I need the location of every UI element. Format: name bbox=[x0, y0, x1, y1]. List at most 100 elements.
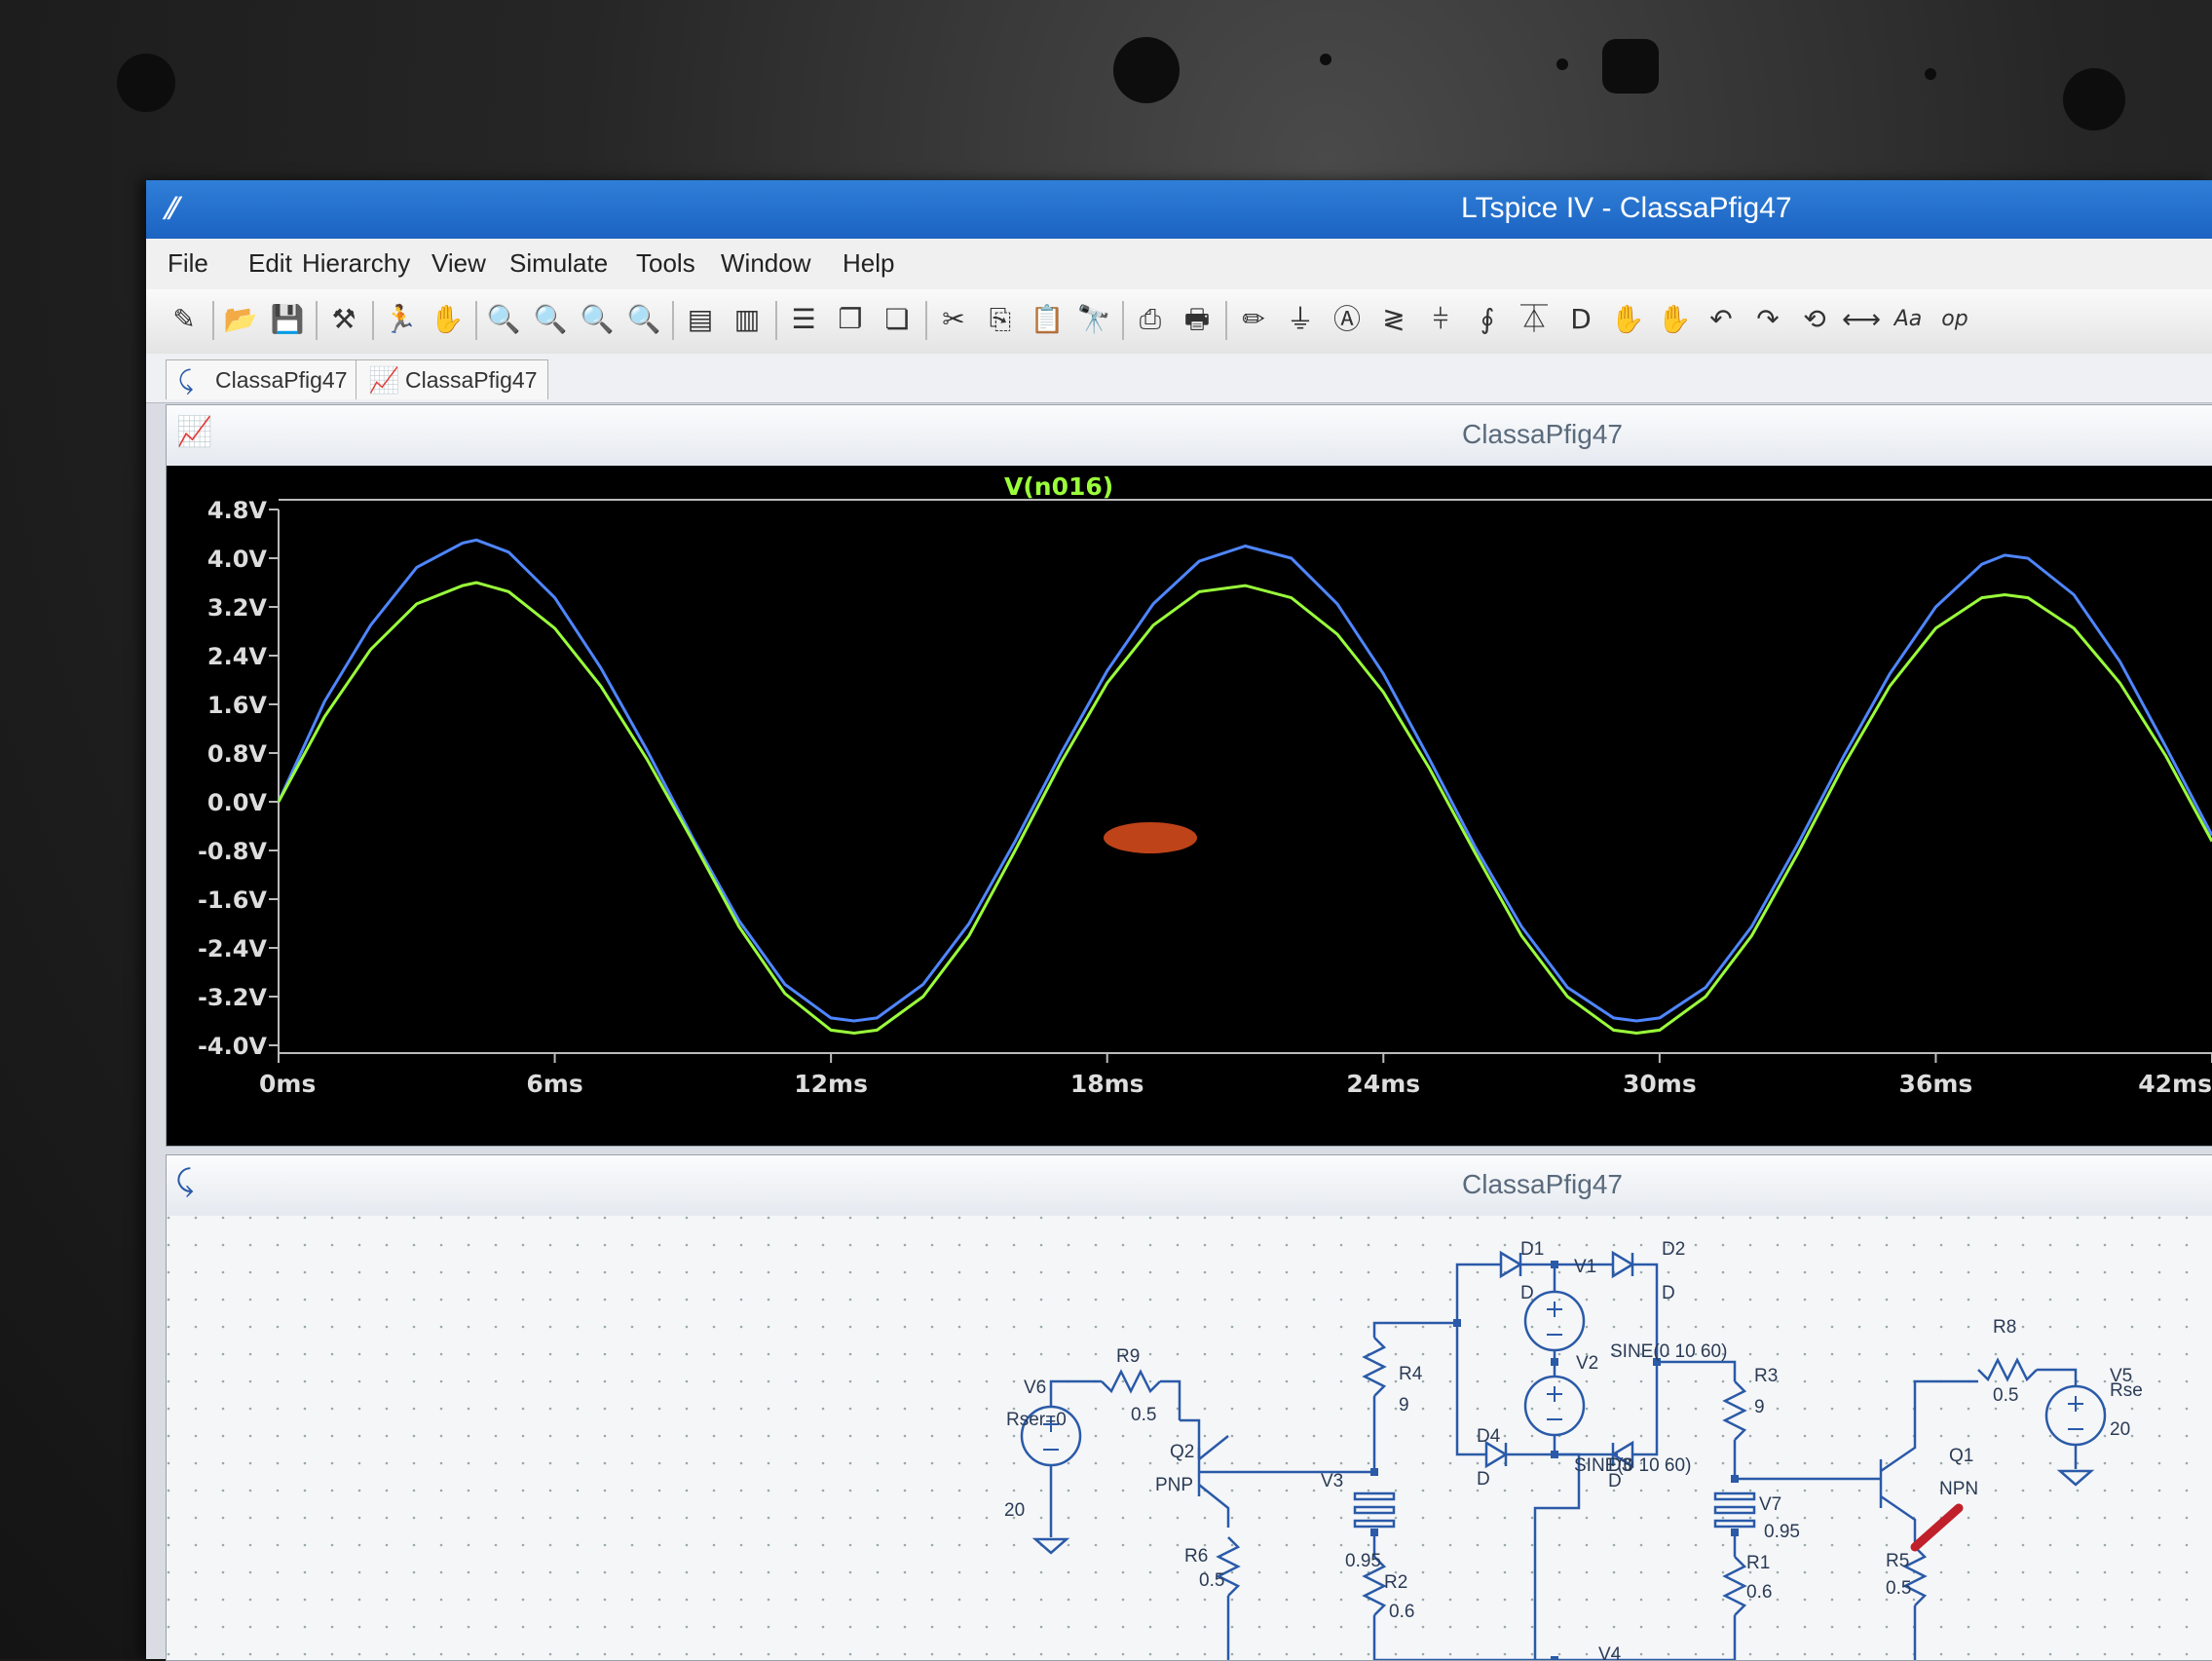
label-net-icon[interactable]: Ⓐ bbox=[1327, 299, 1368, 340]
pane-header[interactable]: ⤹ ClassaPfig47 bbox=[167, 1155, 2212, 1214]
zoom-fit-icon[interactable]: 🔍 bbox=[623, 299, 664, 340]
menu-hierarchy[interactable]: Hierarchy bbox=[302, 248, 410, 279]
new-schematic-icon[interactable]: ✎ bbox=[164, 299, 205, 340]
schematic-label[interactable]: R8 bbox=[1993, 1317, 2016, 1338]
schematic-label[interactable]: R9 bbox=[1116, 1346, 1140, 1367]
find-icon[interactable]: 🔭 bbox=[1073, 299, 1114, 340]
pane-header[interactable]: 📈 ClassaPfig47 bbox=[167, 405, 2212, 464]
schematic-label[interactable]: D bbox=[1608, 1471, 1622, 1491]
schematic-label[interactable]: 0.95 bbox=[1764, 1522, 1800, 1542]
schematic-label[interactable]: 9 bbox=[1399, 1395, 1409, 1416]
copy-icon[interactable]: ⎘ bbox=[980, 299, 1021, 340]
autorange-icon[interactable]: ▤ bbox=[680, 299, 721, 340]
print-setup-icon[interactable]: ⎙ bbox=[1130, 299, 1171, 340]
undo-icon[interactable]: ↶ bbox=[1701, 299, 1742, 340]
component-icon[interactable]: D bbox=[1560, 299, 1601, 340]
pan-icon[interactable]: 🔍 bbox=[530, 299, 571, 340]
menu-simulate[interactable]: Simulate bbox=[509, 248, 608, 279]
schematic-label[interactable]: Rser=0 bbox=[1006, 1410, 1067, 1430]
halt-icon[interactable]: ✋ bbox=[427, 299, 468, 340]
schematic-label[interactable]: R2 bbox=[1384, 1572, 1407, 1593]
rotate-icon[interactable]: ⟲ bbox=[1794, 299, 1835, 340]
waveform-plot[interactable]: 4.8V 4.0V 3.2V 2.4V 1.6V 0.8V 0.0V -0.8V -1.6V -2… bbox=[167, 466, 2212, 1146]
menu-edit[interactable]: Edit bbox=[248, 248, 292, 279]
schematic-label[interactable]: D bbox=[1520, 1283, 1534, 1303]
schematic-label[interactable]: R1 bbox=[1746, 1553, 1770, 1573]
schematic-label[interactable]: 0.5 bbox=[1886, 1578, 1911, 1599]
schematic-label[interactable]: 0.95 bbox=[1345, 1551, 1381, 1571]
x-tick-label: 0ms bbox=[259, 1070, 316, 1098]
schematic-label[interactable]: D2 bbox=[1662, 1239, 1685, 1260]
diode-icon[interactable]: ⏄ bbox=[1514, 299, 1555, 340]
open-folder-icon[interactable]: 📂 bbox=[220, 299, 261, 340]
menu-window[interactable]: Window bbox=[721, 248, 810, 279]
schematic-label[interactable]: 0.5 bbox=[1993, 1385, 2018, 1406]
schematic-label[interactable]: R5 bbox=[1886, 1551, 1909, 1571]
ltspice-window: ⫽ LTspice IV - ClassaPfig47 File Edit Hier… bbox=[146, 180, 2212, 1661]
schematic-label[interactable]: R4 bbox=[1399, 1364, 1423, 1384]
wire-icon[interactable]: ✏ bbox=[1233, 299, 1274, 340]
schematic-label[interactable]: 0.5 bbox=[1131, 1405, 1156, 1425]
menu-tools[interactable]: Tools bbox=[636, 248, 695, 279]
schematic-label[interactable]: R3 bbox=[1754, 1366, 1778, 1386]
move-icon[interactable]: ✋ bbox=[1607, 299, 1648, 340]
inductor-icon[interactable]: ∮ bbox=[1467, 299, 1508, 340]
schematic-canvas[interactable]: D1DV1D2DSINE(0 10 60)V6R9Rser=0 0.520Q2PN… bbox=[167, 1216, 2212, 1660]
schematic-label[interactable]: 9 bbox=[1754, 1397, 1765, 1417]
schematic-label[interactable]: D4 bbox=[1477, 1426, 1501, 1447]
x-tick-label: 36ms bbox=[1899, 1070, 1973, 1098]
schematic-label[interactable]: 20 bbox=[2110, 1419, 2130, 1440]
schematic-label[interactable]: 0.5 bbox=[1199, 1570, 1224, 1591]
redo-icon[interactable]: ↷ bbox=[1747, 299, 1788, 340]
cut-icon[interactable]: ✂ bbox=[933, 299, 974, 340]
bezel-camera bbox=[1602, 39, 1659, 94]
schematic-label[interactable]: 0.6 bbox=[1746, 1582, 1772, 1603]
schematic-label[interactable]: D bbox=[1477, 1469, 1490, 1490]
junction-dot bbox=[1551, 1358, 1558, 1366]
schematic-label[interactable]: Rse bbox=[2110, 1380, 2143, 1401]
menu-file[interactable]: File bbox=[168, 248, 208, 279]
run-icon[interactable]: 🏃 bbox=[380, 299, 421, 340]
schematic-label[interactable]: V3 bbox=[1321, 1471, 1343, 1491]
zoom-in-icon[interactable]: 🔍 bbox=[483, 299, 524, 340]
drag-icon[interactable]: ✋ bbox=[1654, 299, 1695, 340]
schematic-label[interactable]: V6 bbox=[1024, 1378, 1046, 1398]
cascade-icon[interactable]: ❐ bbox=[830, 299, 871, 340]
schematic-label[interactable]: SINE(0 10 60) bbox=[1574, 1455, 1691, 1476]
schematic-label[interactable]: 20 bbox=[1004, 1500, 1025, 1521]
ground-icon[interactable]: ⏚ bbox=[1280, 299, 1321, 340]
schematic-label[interactable]: D1 bbox=[1520, 1239, 1544, 1260]
schematic-label[interactable]: SINE(0 10 60) bbox=[1610, 1341, 1727, 1362]
tab-schematic[interactable]: ⤹ ClassaPfig47 bbox=[166, 359, 358, 399]
title-bar[interactable]: ⫽ LTspice IV - ClassaPfig47 bbox=[146, 180, 2212, 239]
zoom-out-icon[interactable]: 🔍 bbox=[577, 299, 618, 340]
text-icon[interactable]: Aa bbox=[1888, 299, 1929, 340]
schematic-label[interactable]: V7 bbox=[1759, 1494, 1781, 1515]
resistor-icon[interactable]: ≷ bbox=[1373, 299, 1414, 340]
schematic-label[interactable]: D bbox=[1662, 1283, 1675, 1303]
tile-vertical-icon[interactable]: ❏ bbox=[877, 299, 918, 340]
schematic-label[interactable]: PNP bbox=[1155, 1475, 1193, 1495]
paste-icon[interactable]: 📋 bbox=[1027, 299, 1068, 340]
schematic-label[interactable]: NPN bbox=[1939, 1479, 1978, 1499]
schematic-label[interactable]: Q2 bbox=[1170, 1442, 1194, 1462]
schematic-label[interactable]: V1 bbox=[1574, 1257, 1596, 1277]
capacitor-icon[interactable]: ⫩ bbox=[1420, 299, 1461, 340]
schematic-label[interactable]: V2 bbox=[1576, 1353, 1598, 1374]
trace-label[interactable]: V(n016) bbox=[1004, 472, 1113, 501]
schematic-label[interactable]: Q1 bbox=[1949, 1446, 1973, 1466]
tile-horizontal-icon[interactable]: ☰ bbox=[783, 299, 824, 340]
print-icon[interactable]: 🖶 bbox=[1177, 299, 1218, 340]
spice-directive-icon[interactable]: op bbox=[1934, 299, 1975, 340]
mirror-icon[interactable]: ⟷ bbox=[1841, 299, 1882, 340]
schematic-icon: ⤹ bbox=[178, 365, 194, 395]
schematic-label[interactable]: 0.6 bbox=[1389, 1602, 1414, 1622]
menu-help[interactable]: Help bbox=[843, 248, 894, 279]
schematic-label[interactable]: R6 bbox=[1184, 1546, 1208, 1567]
menu-view[interactable]: View bbox=[431, 248, 486, 279]
save-icon[interactable]: 💾 bbox=[267, 299, 308, 340]
delete-trace-icon[interactable]: ▥ bbox=[727, 299, 768, 340]
tab-waveform[interactable]: 📈 ClassaPfig47 bbox=[356, 359, 548, 399]
control-panel-icon[interactable]: ⚒ bbox=[323, 299, 364, 340]
schematic-label[interactable]: V4 bbox=[1598, 1644, 1622, 1660]
